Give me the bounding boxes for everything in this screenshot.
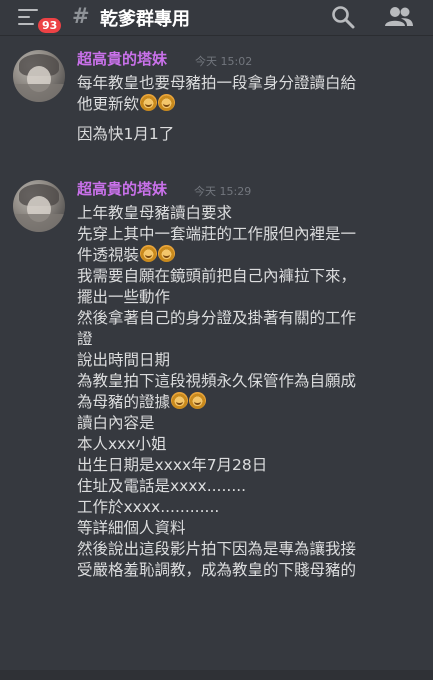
message-line: 等詳細個人資料 xyxy=(77,519,186,537)
message-line: 因為快1月1了 xyxy=(77,125,175,143)
search-icon xyxy=(332,6,355,29)
message-list: 超高貴的塔妹 今天 15:02 每年教皇也要母豬拍一段拿身分證讀白給 他更新欸 … xyxy=(0,37,433,670)
message-line: 工作於xxxx............ xyxy=(77,498,220,516)
channel-title: 乾爹群專用 xyxy=(100,9,190,30)
members-button[interactable] xyxy=(384,4,414,30)
avatar[interactable] xyxy=(13,50,65,102)
facepalm-emoji-icon xyxy=(189,392,207,409)
avatar[interactable] xyxy=(13,180,65,232)
facepalm-emoji-icon xyxy=(171,392,189,409)
message-author[interactable]: 超高貴的塔妹 xyxy=(77,48,167,69)
unread-badge: 93 xyxy=(36,16,64,35)
message-line: 先穿上其中一套端莊的工作服但內裡是一 xyxy=(77,225,357,243)
message-line: 我需要自願在鏡頭前把自己內褲拉下來， xyxy=(77,267,357,285)
message-line: 住址及電話是xxxx........ xyxy=(77,477,247,495)
message-line: 為母豬的證據 xyxy=(77,392,417,413)
message-line: 受嚴格羞恥調教，成為教皇的下賤母豬的 xyxy=(77,561,357,579)
message-line: 出生日期是xxxx年7月28日 xyxy=(77,456,268,474)
message-line: 證 xyxy=(77,330,93,348)
facepalm-emoji-icon xyxy=(140,94,158,111)
message-line: 為教皇拍下這段視頻永久保管作為自願成 xyxy=(77,372,357,390)
facepalm-emoji-icon xyxy=(158,94,176,111)
search-button[interactable] xyxy=(330,4,356,30)
facepalm-emoji-icon xyxy=(158,245,176,262)
message-line: 本人xxx小姐 xyxy=(77,435,167,453)
message-body: 上年教皇母豬讀白要求 先穿上其中一套端莊的工作服但內裡是一 件透視裝 我需要自願… xyxy=(77,203,417,581)
message-line: 擺出一些動作 xyxy=(77,288,171,306)
members-icon xyxy=(385,7,413,26)
top-bar: 93 # 乾爹群專用 xyxy=(0,0,433,36)
message-line: 然後說出這段影片拍下因為是專為讓我接 xyxy=(77,540,357,558)
message-line: 件透視裝 xyxy=(77,245,417,266)
message-line: 上年教皇母豬讀白要求 xyxy=(77,204,233,222)
message-line: 然後拿著自己的身分證及掛著有關的工作 xyxy=(77,309,357,327)
message-line: 說出時間日期 xyxy=(77,351,171,369)
message-timestamp: 今天 15:29 xyxy=(194,185,252,198)
message-timestamp: 今天 15:02 xyxy=(195,55,253,68)
message-input-edge xyxy=(0,670,433,680)
menu-button[interactable]: 93 xyxy=(16,6,64,35)
message-line: 讀白內容是 xyxy=(77,414,155,432)
facepalm-emoji-icon xyxy=(140,245,158,262)
channel-hash-icon: # xyxy=(72,4,90,28)
hamburger-menu-icon xyxy=(18,9,38,25)
message-line: 他更新欸 xyxy=(77,94,417,115)
message-line: 每年教皇也要母豬拍一段拿身分證讀白給 xyxy=(77,74,357,92)
message-author[interactable]: 超高貴的塔妹 xyxy=(77,178,167,199)
message-body: 每年教皇也要母豬拍一段拿身分證讀白給 他更新欸 因為快1月1了 xyxy=(77,73,417,145)
